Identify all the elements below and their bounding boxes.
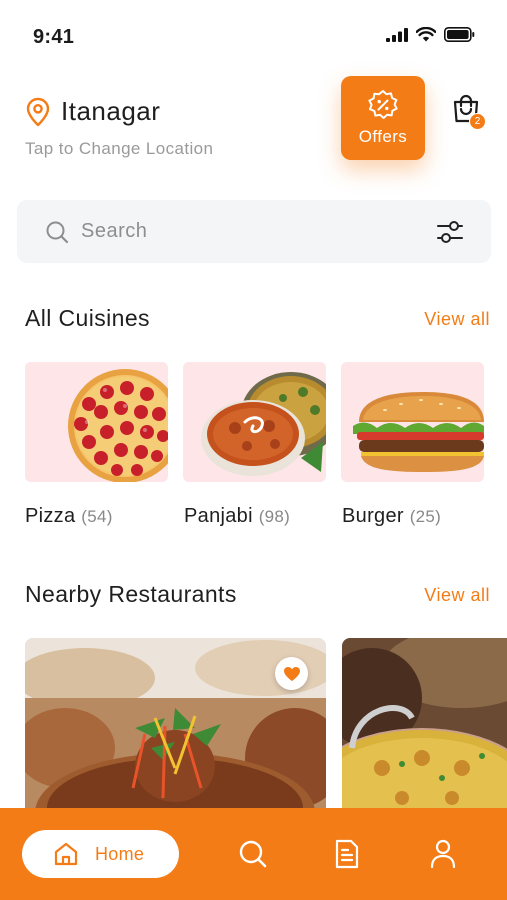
cuisine-label-burger: Burger (25) [342,505,441,528]
heart-icon [283,666,300,681]
location-city: Itanagar [61,96,161,126]
wifi-icon [416,27,436,42]
panjabi-image [201,372,326,476]
cart-badge: 2 [469,113,486,130]
offers-label: Offers [358,127,408,146]
profile-icon [430,839,456,869]
cuisine-label-pizza: Pizza (54) [25,505,113,528]
cuisine-name: Burger [342,505,404,527]
location-pin-icon [26,97,50,126]
search-input[interactable]: Search [81,220,436,243]
location-subtitle: Tap to Change Location [25,139,214,158]
nav-orders-button[interactable] [331,838,363,870]
cuisines-title: All Cuisines [25,305,150,331]
nav-home-label: Home [95,843,145,864]
cuisine-count: (98) [258,507,291,526]
pizza-image [68,369,168,482]
offers-button[interactable]: Offers [341,76,425,160]
burger-image [353,392,484,472]
search-bar[interactable]: Search [17,200,491,263]
favorite-button[interactable] [275,657,308,690]
restaurant-image [342,638,507,818]
battery-icon [444,27,475,42]
cuisine-count: (25) [409,507,442,526]
cuisine-count: (54) [81,507,113,526]
nav-home-button[interactable]: Home [22,830,179,878]
home-icon [54,842,78,866]
search-nav-icon [239,840,267,868]
restaurants-view-all-link[interactable]: View all [424,585,490,606]
cuisine-card-panjabi[interactable] [183,362,326,482]
offer-badge-icon [368,90,398,119]
location-selector[interactable]: Itanagar Tap to Change Location [25,96,213,159]
status-time: 9:41 [33,26,75,48]
restaurant-card[interactable] [342,638,507,818]
cuisine-name: Pizza [25,505,76,527]
cuisine-card-pizza[interactable] [25,362,168,482]
cuisine-card-burger[interactable] [341,362,484,482]
cart-button[interactable]: 2 [452,93,488,133]
nav-search-button[interactable] [237,838,269,870]
nav-profile-button[interactable] [427,838,459,870]
filter-icon[interactable] [436,218,464,246]
cuisine-name: Panjabi [184,505,253,527]
status-bar: 9:41 [0,0,507,70]
cuisine-label-panjabi: Panjabi (98) [184,505,290,528]
bottom-nav: Home [0,808,507,900]
orders-icon [335,839,359,869]
restaurants-title: Nearby Restaurants [25,581,237,607]
location-row[interactable]: Itanagar [25,96,213,127]
signal-icon [386,27,408,42]
status-icons [386,27,475,42]
search-icon [46,221,69,243]
cuisines-view-all-link[interactable]: View all [424,309,490,330]
